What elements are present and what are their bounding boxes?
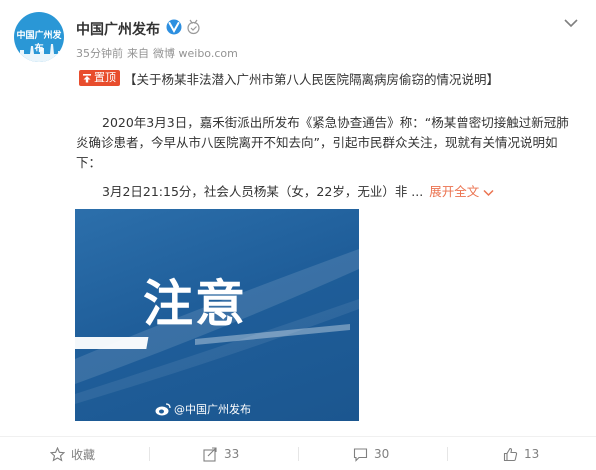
favorite-label: 收藏	[71, 447, 96, 462]
comment-button[interactable]: 30	[353, 437, 389, 470]
like-button[interactable]: 13	[503, 437, 539, 470]
post-meta: 35分钟前 来自 微博 weibo.com	[76, 45, 242, 61]
expand-label[interactable]: 展开全文	[429, 184, 479, 199]
skyline-icon	[14, 44, 64, 62]
avatar[interactable]: 中国广州发布	[14, 12, 64, 62]
author-name[interactable]: 中国广州发布	[76, 19, 160, 39]
image-title: 注意	[143, 275, 247, 333]
action-bar: 收藏 33 30 13	[0, 436, 596, 470]
action-divider	[298, 447, 299, 461]
pinned-badge: 置顶	[79, 70, 120, 86]
weibo-icon	[155, 402, 171, 415]
action-divider	[447, 447, 448, 461]
paragraph-2-text: 3月2日21:15分，社会人员杨某（女，22岁，无业）非 ...	[102, 184, 424, 199]
chevron-down-icon[interactable]	[483, 189, 494, 197]
medal-icon[interactable]	[186, 19, 201, 35]
post-time[interactable]: 35分钟前	[76, 47, 123, 60]
post-headline: 【关于杨某非法潜入广州市第八人民医院隔离病房偷窃的情况说明】	[124, 72, 500, 87]
repost-button[interactable]: 33	[203, 437, 239, 470]
comment-count: 30	[374, 447, 390, 461]
source-prefix: 来自	[127, 47, 149, 60]
star-icon	[50, 446, 65, 462]
watermark-text: @中国广州发布	[174, 403, 251, 416]
image-watermark: @中国广州发布	[155, 401, 251, 417]
verified-icon	[166, 19, 182, 35]
paragraph-1-text: 2020年3月3日，嘉禾街派出所发布《紧急协查通告》称：“杨某曾密切接触过新冠肺…	[76, 115, 569, 170]
post-image[interactable]: 注意 @中国广州发布	[75, 209, 359, 421]
comment-icon	[353, 447, 368, 462]
more-chevron-icon[interactable]	[563, 15, 579, 31]
post-paragraph-2: 3月2日21:15分，社会人员杨某（女，22岁，无业）非 ... 展开全文	[76, 183, 576, 201]
expand-full-text-link[interactable]: 展开全文	[429, 184, 494, 199]
like-icon	[503, 447, 518, 461]
pin-icon	[83, 74, 91, 83]
action-divider	[149, 447, 150, 461]
pinned-label: 置顶	[94, 71, 116, 84]
post-source[interactable]: 微博 weibo.com	[153, 47, 238, 60]
repost-count: 33	[224, 447, 240, 461]
post-paragraph-1: 2020年3月3日，嘉禾街派出所发布《紧急协查通告》称：“杨某曾密切接触过新冠肺…	[76, 113, 576, 173]
repost-icon	[203, 446, 217, 462]
like-count: 13	[524, 447, 540, 461]
favorite-button[interactable]: 收藏	[50, 437, 95, 470]
